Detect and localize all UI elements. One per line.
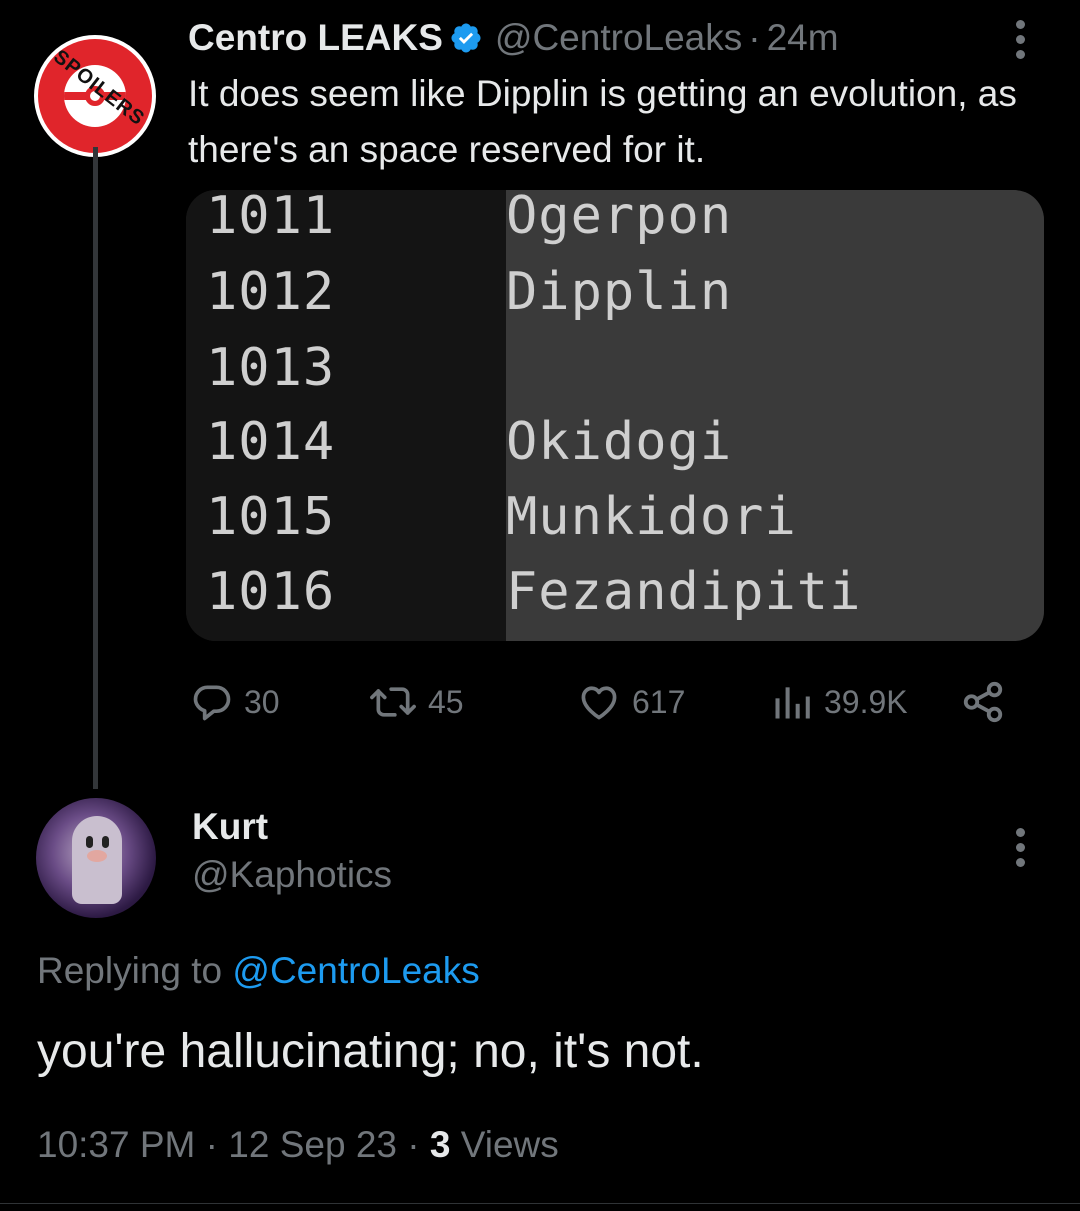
reply-time[interactable]: 10:37 PM [37,1124,195,1165]
reply-icon [193,685,231,721]
tweet-timestamp[interactable]: 24m [767,17,839,59]
separator: · [195,1124,229,1165]
heart-icon [581,686,617,720]
reply-date[interactable]: 12 Sep 23 [228,1124,397,1165]
like-count: 617 [632,683,686,720]
reply-tweet-text: you're hallucinating; no, it's not. [37,1025,704,1078]
repost-icon [370,687,416,717]
media-row: 1015 Munkidori [206,487,797,547]
tweet-action-bar: 30 45 617 39.9K [190,672,1020,732]
separator: · [748,17,761,58]
repost-button[interactable]: 45 [368,672,464,732]
avatar-eye [102,836,109,848]
media-row: 1014 Okidogi [206,412,733,472]
replying-to-line: Replying to @CentroLeaks [37,950,480,992]
separator: · [396,1124,430,1165]
reply-views-label: Views [450,1124,559,1165]
repost-count: 45 [428,683,464,720]
more-options-icon[interactable] [1014,20,1026,59]
author-display-name[interactable]: Centro LEAKS [188,17,443,59]
views-count: 39.9K [824,683,908,720]
replying-to-mention-link[interactable]: @CentroLeaks [232,950,479,991]
avatar-eye [86,836,93,848]
centroleaks-avatar[interactable]: SPOILERS [34,35,156,157]
reply-author-handle[interactable]: @Kaphotics [192,854,392,896]
parent-tweet-header: Centro LEAKS @CentroLeaks · 24m [188,14,839,62]
views-chart-icon [775,687,810,719]
share-icon [963,681,1003,723]
share-button[interactable] [960,672,1006,732]
reply-author-display-name[interactable]: Kurt [192,806,268,848]
views-button[interactable]: 39.9K [770,672,908,732]
reply-count: 30 [244,683,280,720]
replying-to-label: Replying to [37,950,233,991]
like-button[interactable]: 617 [576,672,685,732]
avatar-nose [87,850,107,862]
reply-metadata: 10:37 PM · 12 Sep 23 · 3 Views [37,1124,559,1166]
reply-button[interactable]: 30 [190,672,280,732]
thread-connector-line [93,147,98,789]
verified-badge-icon[interactable] [449,21,483,55]
reply-more-options-icon[interactable] [1014,828,1026,867]
author-handle[interactable]: @CentroLeaks [495,17,742,59]
tweet-media-image[interactable]: 1011 Ogerpon 1012 Dipplin 1013 1014 Okid… [186,190,1044,641]
divider [0,1203,1080,1204]
parent-tweet-text: It does seem like Dipplin is getting an … [188,73,1017,170]
media-row: 1013 [206,338,336,398]
reply-views-count: 3 [429,1124,451,1165]
media-row: 1012 Dipplin [206,262,733,322]
media-row: 1011 Ogerpon [206,190,733,246]
media-row: 1016 Fezandipiti [206,562,862,622]
kaphotics-avatar[interactable] [36,798,156,918]
